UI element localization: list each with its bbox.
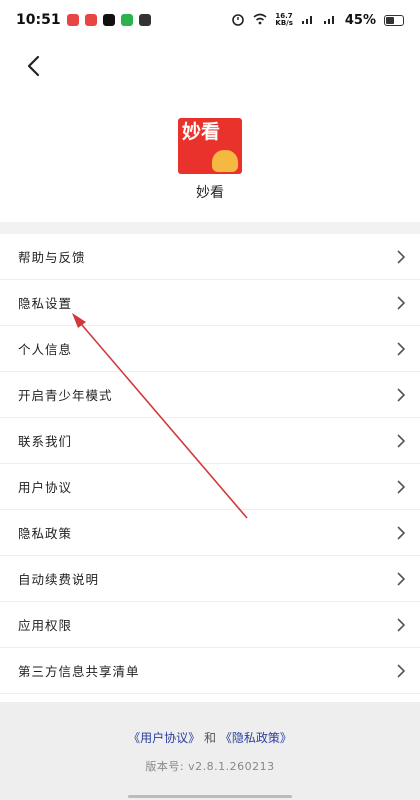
notification-app-icon: [66, 14, 79, 26]
signal-icon: [301, 13, 315, 28]
menu-item-privacy-settings[interactable]: 隐私设置: [0, 280, 420, 326]
notification-app-icon: [138, 14, 151, 26]
menu-item-personal-info[interactable]: 个人信息: [0, 326, 420, 372]
menu-item-privacy-policy[interactable]: 隐私政策: [0, 510, 420, 556]
battery-icon: [384, 14, 404, 26]
app-name: 妙看: [196, 185, 224, 201]
notification-app-icon: [84, 14, 97, 26]
section-divider: [0, 222, 420, 234]
menu-item-help-feedback[interactable]: 帮助与反馈: [0, 234, 420, 280]
menu-item-label: 用户协议: [18, 480, 73, 495]
chevron-right-icon: [397, 479, 406, 494]
status-time: 10:51: [16, 12, 61, 28]
chevron-right-icon: [397, 295, 406, 310]
menu-item-label: 自动续费说明: [18, 572, 100, 587]
chevron-right-icon: [397, 571, 406, 586]
battery-percent: 45%: [344, 12, 376, 28]
app-logo-text: 妙看: [182, 121, 221, 143]
menu-item-auto-renewal[interactable]: 自动续费说明: [0, 556, 420, 602]
alarm-icon: [231, 12, 245, 29]
chevron-right-icon: [397, 617, 406, 632]
settings-menu: 帮助与反馈 隐私设置 个人信息 开启青少年模式 联系我们 用户协议 隐私政策 自…: [0, 234, 420, 694]
home-indicator[interactable]: [128, 795, 292, 798]
signal-icon: [323, 13, 337, 28]
network-speed: 16.7 KB/s: [275, 12, 293, 27]
menu-item-third-party-sharing[interactable]: 第三方信息共享清单: [0, 648, 420, 694]
status-bar: 10:51 16.7 KB/s 45%: [0, 0, 420, 40]
menu-item-teen-mode[interactable]: 开启青少年模式: [0, 372, 420, 418]
user-agreement-link[interactable]: 《用户协议》: [128, 731, 200, 745]
cat-mascot-icon: [212, 150, 238, 172]
menu-item-contact-us[interactable]: 联系我们: [0, 418, 420, 464]
menu-item-label: 个人信息: [18, 342, 73, 357]
menu-item-user-agreement[interactable]: 用户协议: [0, 464, 420, 510]
chevron-left-icon: [27, 55, 40, 77]
status-bar-left: 10:51: [16, 12, 151, 28]
wechat-icon: [120, 14, 133, 26]
menu-item-label: 隐私设置: [18, 296, 73, 311]
menu-item-label: 应用权限: [18, 618, 73, 633]
app-logo: 妙看: [178, 118, 242, 174]
footer: 《用户协议》 和 《隐私政策》 版本号: v2.8.1.260213: [0, 702, 420, 800]
agreements-line: 《用户协议》 和 《隐私政策》: [0, 729, 420, 746]
privacy-policy-link[interactable]: 《隐私政策》: [220, 731, 292, 745]
menu-item-label: 第三方信息共享清单: [18, 664, 140, 679]
menu-item-label: 联系我们: [18, 434, 73, 449]
wifi-icon: [253, 13, 267, 28]
chevron-right-icon: [397, 341, 406, 356]
menu-item-label: 帮助与反馈: [18, 250, 86, 265]
status-bar-right: 16.7 KB/s 45%: [231, 12, 404, 29]
chevron-right-icon: [397, 525, 406, 540]
and-text: 和: [203, 731, 216, 745]
chevron-right-icon: [397, 249, 406, 264]
app-info: 妙看 妙看: [0, 118, 420, 202]
tiktok-icon: [102, 14, 115, 26]
chevron-right-icon: [397, 387, 406, 402]
menu-item-label: 开启青少年模式: [18, 388, 113, 403]
menu-item-label: 隐私政策: [18, 526, 73, 541]
chevron-right-icon: [397, 663, 406, 678]
version-number: 版本号: v2.8.1.260213: [145, 760, 275, 773]
back-button[interactable]: [16, 48, 52, 84]
chevron-right-icon: [397, 433, 406, 448]
menu-item-app-permissions[interactable]: 应用权限: [0, 602, 420, 648]
